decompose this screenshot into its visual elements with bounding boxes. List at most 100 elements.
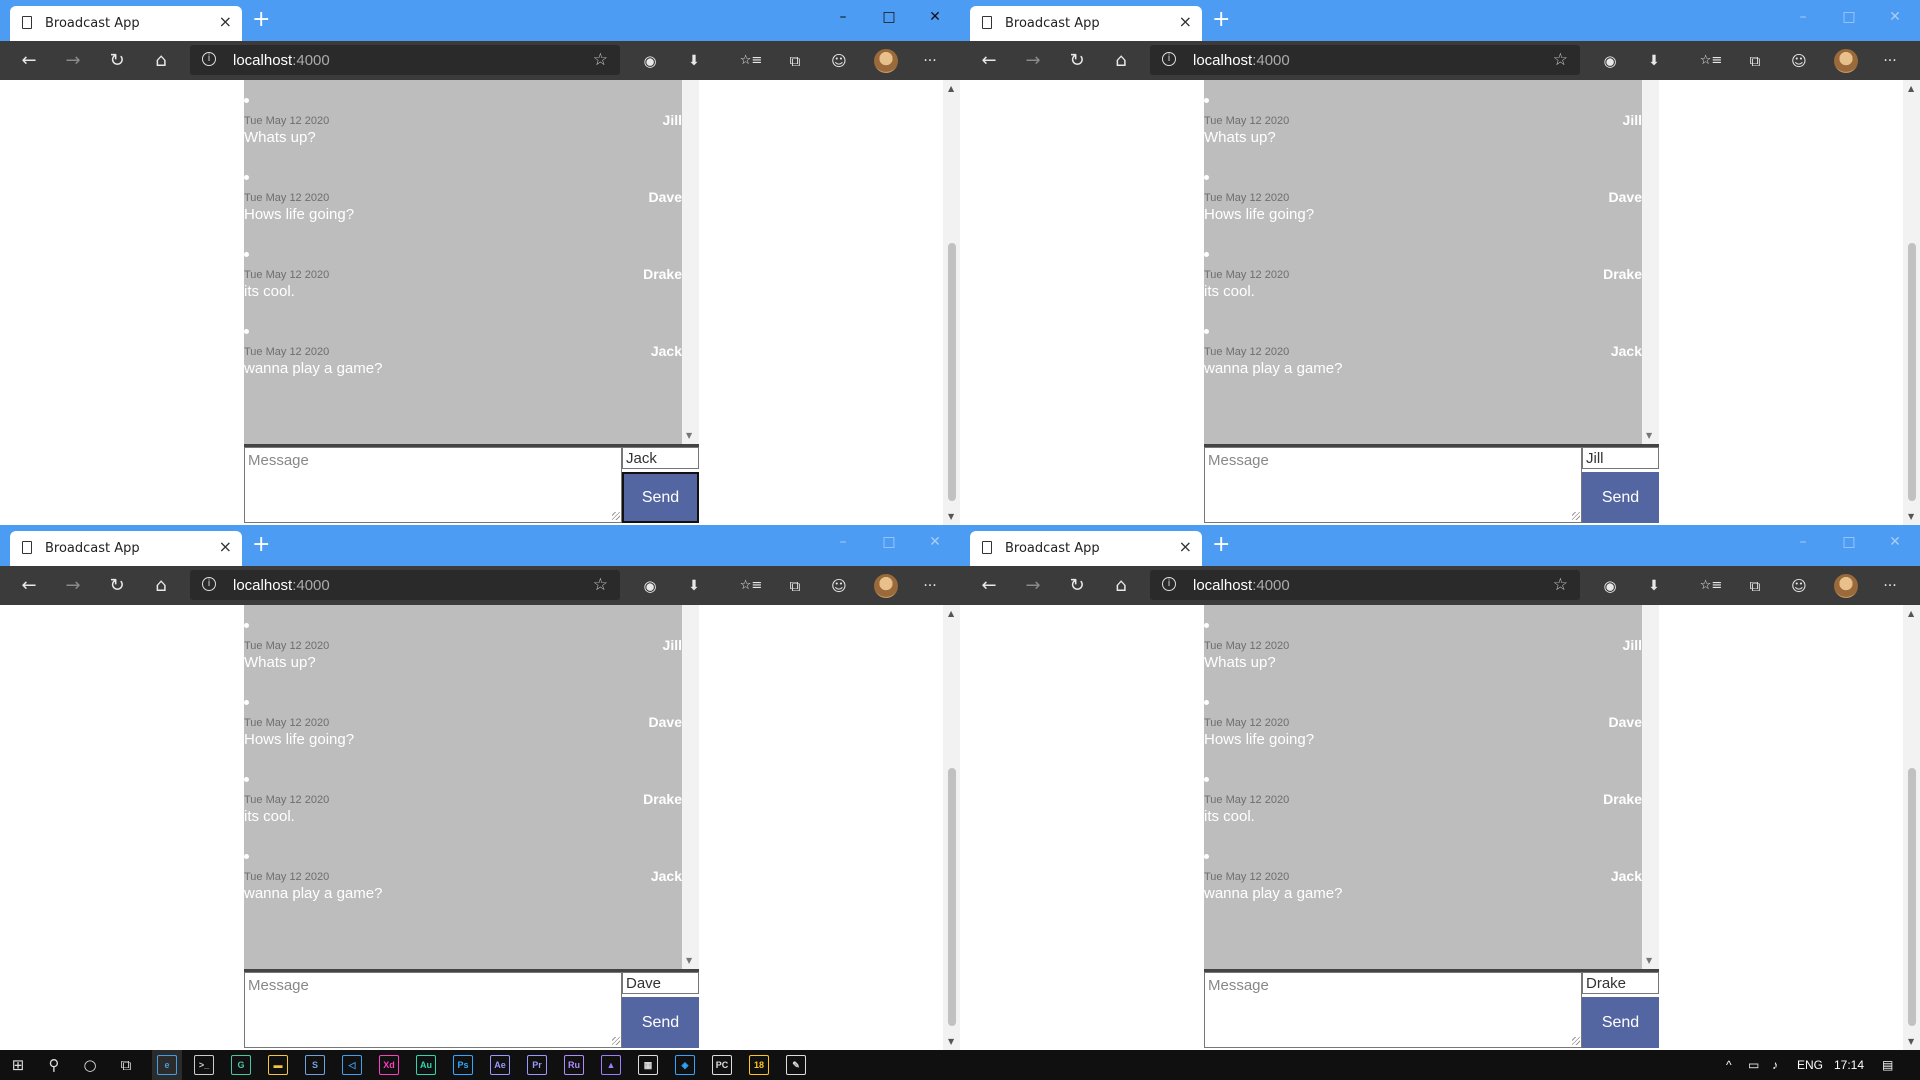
notifications-icon[interactable]: ▤ <box>1882 1058 1893 1072</box>
start-icon[interactable]: ⊞ <box>8 1055 28 1075</box>
scroll-up-arrow[interactable]: ▲ <box>1908 84 1914 93</box>
browser-tab[interactable]: Broadcast App × <box>10 6 242 41</box>
app-18-icon[interactable]: 18 <box>749 1055 769 1075</box>
message-input[interactable] <box>244 972 622 1048</box>
download-icon[interactable]: ⬇ <box>1641 48 1667 74</box>
profile-avatar[interactable] <box>1834 574 1858 598</box>
scroll-up-arrow[interactable]: ▲ <box>948 84 954 93</box>
feedback-icon[interactable]: ☺ <box>1786 573 1812 599</box>
send-button[interactable]: Send <box>622 472 699 523</box>
profile-avatar[interactable] <box>1834 49 1858 73</box>
message-list-scrollbar[interactable]: ▼ <box>682 80 699 444</box>
resize-handle[interactable] <box>1572 1037 1580 1045</box>
download-icon[interactable]: ⬇ <box>1641 573 1667 599</box>
visual-studio-icon[interactable]: ▲ <box>601 1055 621 1075</box>
photoshop-icon[interactable]: Ps <box>453 1055 473 1075</box>
favorite-star-icon[interactable]: ☆ <box>593 575 608 595</box>
refresh-icon[interactable]: ↻ <box>104 573 130 599</box>
forward-arrow-icon[interactable]: → <box>1020 573 1046 599</box>
username-input[interactable] <box>622 447 699 469</box>
file-explorer-icon[interactable]: ▬ <box>268 1055 288 1075</box>
favorites-list-icon[interactable]: ☆≡ <box>738 573 764 599</box>
collections-icon[interactable]: ⧉ <box>782 573 808 599</box>
scroll-down-arrow[interactable]: ▼ <box>1646 956 1652 965</box>
scroll-down-arrow[interactable]: ▼ <box>686 956 692 965</box>
username-input[interactable] <box>1582 447 1659 469</box>
language-indicator[interactable]: ENG <box>1797 1058 1823 1072</box>
forward-arrow-icon[interactable]: → <box>60 48 86 74</box>
maximize-button[interactable]: □ <box>1840 8 1858 26</box>
back-arrow-icon[interactable]: ← <box>16 48 42 74</box>
new-tab-button[interactable]: + <box>1212 9 1230 31</box>
close-window-button[interactable]: ✕ <box>926 8 944 26</box>
address-bar[interactable]: i localhost:4000 ☆ <box>190 45 620 75</box>
message-list-scrollbar[interactable]: ▼ <box>682 605 699 969</box>
address-bar[interactable]: i localhost:4000 ☆ <box>1150 45 1580 75</box>
message-list-scrollbar[interactable]: ▼ <box>1642 80 1659 444</box>
page-scrollbar[interactable]: ▲ ▼ <box>1903 80 1920 525</box>
browser-tab[interactable]: Broadcast App × <box>970 531 1202 566</box>
premiere-icon[interactable]: Pr <box>527 1055 547 1075</box>
back-arrow-icon[interactable]: ← <box>976 573 1002 599</box>
scroll-down-arrow[interactable]: ▼ <box>1908 1037 1914 1046</box>
after-effects-icon[interactable]: Ae <box>490 1055 510 1075</box>
back-arrow-icon[interactable]: ← <box>16 573 42 599</box>
feedback-icon[interactable]: ☺ <box>826 573 852 599</box>
tray-chevron-icon[interactable]: ^ <box>1726 1058 1732 1072</box>
search-icon[interactable]: ⚲ <box>44 1055 64 1075</box>
inkscape-icon[interactable]: ✎ <box>786 1055 806 1075</box>
browser-tab[interactable]: Broadcast App × <box>970 6 1202 41</box>
username-input[interactable] <box>622 972 699 994</box>
page-scrollbar[interactable]: ▲ ▼ <box>943 605 960 1050</box>
scroll-down-arrow[interactable]: ▼ <box>686 431 692 440</box>
home-icon[interactable]: ⌂ <box>148 48 174 74</box>
vpn-icon[interactable]: ◈ <box>675 1055 695 1075</box>
download-icon[interactable]: ⬇ <box>681 573 707 599</box>
feedback-icon[interactable]: ☺ <box>1786 48 1812 74</box>
refresh-icon[interactable]: ↻ <box>104 48 130 74</box>
new-tab-button[interactable]: + <box>252 534 270 556</box>
page-scrollbar[interactable]: ▲ ▼ <box>1903 605 1920 1050</box>
message-list-scrollbar[interactable]: ▼ <box>1642 605 1659 969</box>
sourcetree-icon[interactable]: S <box>305 1055 325 1075</box>
jetbrains-icon[interactable]: PC <box>712 1055 732 1075</box>
minimize-button[interactable]: – <box>834 533 852 551</box>
collections-icon[interactable]: ⧉ <box>782 48 808 74</box>
info-icon[interactable]: i <box>202 577 216 591</box>
record-icon[interactable]: ◉ <box>637 48 663 74</box>
forward-arrow-icon[interactable]: → <box>1020 48 1046 74</box>
edge-icon[interactable]: e <box>157 1055 177 1075</box>
favorites-list-icon[interactable]: ☆≡ <box>1698 48 1724 74</box>
more-menu-icon[interactable]: ··· <box>1877 573 1903 599</box>
rush-icon[interactable]: Ru <box>564 1055 584 1075</box>
favorites-list-icon[interactable]: ☆≡ <box>738 48 764 74</box>
home-icon[interactable]: ⌂ <box>148 573 174 599</box>
audition-icon[interactable]: Au <box>416 1055 436 1075</box>
calculator-icon[interactable]: ▦ <box>638 1055 658 1075</box>
browser-tab[interactable]: Broadcast App × <box>10 531 242 566</box>
record-icon[interactable]: ◉ <box>637 573 663 599</box>
message-input[interactable] <box>1204 972 1582 1048</box>
more-menu-icon[interactable]: ··· <box>1877 48 1903 74</box>
scroll-thumb[interactable] <box>948 768 956 1026</box>
favorite-star-icon[interactable]: ☆ <box>593 50 608 70</box>
scroll-up-arrow[interactable]: ▲ <box>948 609 954 618</box>
vscode-icon[interactable]: ◁ <box>342 1055 362 1075</box>
forward-arrow-icon[interactable]: → <box>60 573 86 599</box>
close-tab-icon[interactable]: × <box>1179 13 1192 31</box>
address-bar[interactable]: i localhost:4000 ☆ <box>1150 570 1580 600</box>
new-tab-button[interactable]: + <box>1212 534 1230 556</box>
record-icon[interactable]: ◉ <box>1597 573 1623 599</box>
refresh-icon[interactable]: ↻ <box>1064 48 1090 74</box>
feedback-icon[interactable]: ☺ <box>826 48 852 74</box>
page-scrollbar[interactable]: ▲ ▼ <box>943 80 960 525</box>
send-button[interactable]: Send <box>622 997 699 1048</box>
favorites-list-icon[interactable]: ☆≡ <box>1698 573 1724 599</box>
back-arrow-icon[interactable]: ← <box>976 48 1002 74</box>
send-button[interactable]: Send <box>1582 472 1659 523</box>
favorite-star-icon[interactable]: ☆ <box>1553 50 1568 70</box>
close-tab-icon[interactable]: × <box>1179 538 1192 556</box>
scroll-down-arrow[interactable]: ▼ <box>948 512 954 521</box>
resize-handle[interactable] <box>612 1037 620 1045</box>
download-icon[interactable]: ⬇ <box>681 48 707 74</box>
